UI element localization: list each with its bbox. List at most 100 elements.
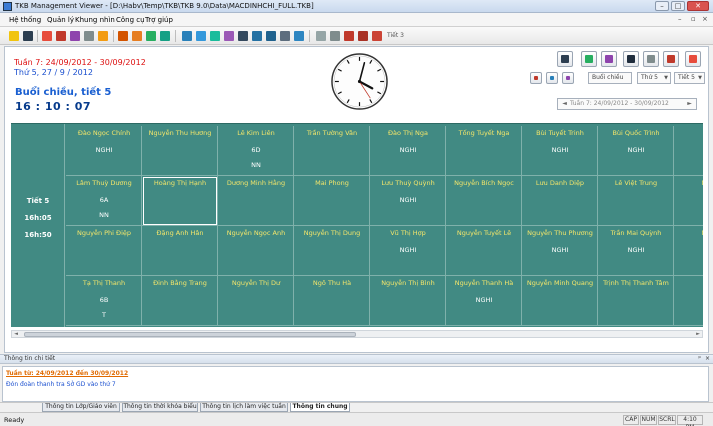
report-icon[interactable]	[42, 31, 52, 41]
menu-cong-cu[interactable]: Công cụ	[116, 16, 145, 24]
timetable-cell[interactable]: Dương Minh Hằng	[218, 176, 294, 226]
menu-tro-giup[interactable]: Trợ giúp	[145, 16, 173, 24]
scrollbar-thumb[interactable]	[24, 332, 356, 337]
menu-khung-nhin[interactable]: Khung nhìn	[75, 16, 115, 24]
tab-lop-giao-vien[interactable]: Thông tin Lớp/Giáo viên	[42, 403, 120, 412]
maximize-button[interactable]: □	[671, 1, 685, 11]
timetable-cell[interactable]: Nguyễn Thu Phương NGHI	[522, 226, 598, 276]
settings-icon[interactable]	[330, 31, 340, 41]
menu-quan-ly[interactable]: Quản lý	[47, 16, 74, 24]
timetable-cell[interactable]: Tống Tuyết Nga	[446, 126, 522, 176]
period-select[interactable]: Tiết 5 ▼	[674, 72, 705, 84]
print-button[interactable]	[643, 51, 659, 67]
sound-icon[interactable]	[160, 31, 170, 41]
timetable-cell[interactable]: Lâm Thuỳ Dương 6A NN	[66, 176, 142, 226]
calendar-icon[interactable]	[372, 31, 382, 41]
grid-view-4-icon[interactable]	[224, 31, 234, 41]
timetable-cell[interactable]: Hoàng Thị Hạnh	[142, 176, 218, 226]
mdi-restore-icon[interactable]: ▫	[691, 15, 696, 23]
timetable-cell[interactable]: Nguyễn Ngọc Anh	[218, 226, 294, 276]
timetable-cell[interactable]: Đào Ngọc Chính NGHI	[66, 126, 142, 176]
save-icon[interactable]	[23, 31, 33, 41]
close-pane-icon[interactable]: ×	[705, 355, 710, 363]
timetable-cell[interactable]: Đào Thị Nga NGHI	[370, 126, 446, 176]
week-navigator[interactable]: ◄ Tuần 7: 24/09/2012 - 30/09/2012 ►	[557, 98, 697, 110]
timetable-cell[interactable]: Nguyễn Thị Dư	[218, 276, 294, 326]
timetable-cell[interactable]: Mai Phong	[294, 176, 370, 226]
schedule-icon[interactable]	[98, 31, 108, 41]
open-folder-icon[interactable]	[9, 31, 19, 41]
grid-view-5-icon[interactable]	[238, 31, 248, 41]
timetable-cell[interactable]: Lưu Danh Diệp	[522, 176, 598, 226]
timetable-cell[interactable]: Nguyễn Bích Ngọc	[446, 176, 522, 226]
g-view-button[interactable]	[557, 51, 573, 67]
timetable-cell[interactable]: Nguyễ	[674, 226, 703, 276]
tool-icon[interactable]	[118, 31, 128, 41]
mdi-minimize-icon[interactable]: –	[678, 15, 682, 23]
timetable-cell[interactable]: Nguyễn Minh Quang	[522, 276, 598, 326]
session-icon[interactable]	[358, 31, 368, 41]
timetable-cell[interactable]: Bùi Tuyết Trinh NGHI	[522, 126, 598, 176]
list-icon[interactable]	[70, 31, 80, 41]
tab-lich-lam-viec-tuan[interactable]: Thông tin lịch làm việc tuần	[200, 403, 288, 412]
pin-icon[interactable]: ᵖ	[698, 355, 701, 363]
timetable-cell[interactable]: Bùi	[674, 126, 703, 176]
grid-view-icon[interactable]	[182, 31, 192, 41]
cell-class-or-status: 6A	[99, 196, 109, 204]
next-week-icon[interactable]: ►	[685, 99, 694, 109]
report-alt-icon[interactable]	[56, 31, 66, 41]
minimize-button[interactable]: –	[655, 1, 669, 11]
print-preview-icon[interactable]	[84, 31, 94, 41]
timetable-cell[interactable]: Nguyễn Thanh Hà NGHI	[446, 276, 522, 326]
refresh-icon[interactable]	[146, 31, 156, 41]
grid-view-2-icon[interactable]	[196, 31, 206, 41]
timetable-cell[interactable]: Đoà	[674, 276, 703, 326]
timetable-cell[interactable]: Trần Mai Quỳnh NGHI	[598, 226, 674, 276]
tool-alt-icon[interactable]	[132, 31, 142, 41]
day-select[interactable]: Thứ 5 ▼	[637, 72, 671, 84]
period-indicator[interactable]: Tiết 3	[387, 32, 404, 39]
session-button[interactable]: Buổi chiều	[588, 72, 632, 84]
grid-view-7-icon[interactable]	[266, 31, 276, 41]
timetable-cell[interactable]: Ngô Thu Hà	[294, 276, 370, 326]
grid-view-6-icon[interactable]	[252, 31, 262, 41]
timetable-cell[interactable]: Nguyễn Thị Dung	[294, 226, 370, 276]
save-file-button[interactable]	[623, 51, 639, 67]
timer-button[interactable]	[530, 72, 542, 84]
report-alt-button[interactable]	[685, 51, 701, 67]
timetable-cell[interactable]: Đinh Bằng Trang	[142, 276, 218, 326]
timetable-cell[interactable]: Nguyễn Phi Điệp	[66, 226, 142, 276]
grid-view-8-icon[interactable]	[280, 31, 290, 41]
timetable-cell[interactable]: Nguyễn Tuyết Lê	[446, 226, 522, 276]
edit-button[interactable]	[601, 51, 617, 67]
timetable-cell[interactable]: Nguyễn Thị Bình	[370, 276, 446, 326]
timetable-cell[interactable]: Lê Kim Liên 6D NN	[218, 126, 294, 176]
timetable-cell[interactable]: Lưu Thuỳ Quỳnh NGHI	[370, 176, 446, 226]
timetable-cell[interactable]: Bùi Quốc Trình NGHI	[598, 126, 674, 176]
prev-week-icon[interactable]: ◄	[560, 99, 569, 109]
grid-view-9-icon[interactable]	[294, 31, 304, 41]
timetable-cell[interactable]: Vũ Thị Hợp NGHI	[370, 226, 446, 276]
timetable-cell[interactable]: Đặng Anh Hân	[142, 226, 218, 276]
timetable-cell[interactable]: Trần Tường Vân	[294, 126, 370, 176]
close-button[interactable]: ✕	[687, 1, 709, 11]
mdi-close-icon[interactable]: ×	[702, 15, 708, 23]
grid-view-3-icon[interactable]	[210, 31, 220, 41]
tab-thoi-khoa-bieu[interactable]: Thông tin thời khóa biểu	[122, 403, 198, 412]
sync-button[interactable]	[581, 51, 597, 67]
scroll-left-icon[interactable]: ◄	[12, 330, 20, 338]
timetable-cell[interactable]: Nguyễn Thu Hương	[142, 126, 218, 176]
scroll-right-icon[interactable]: ►	[694, 330, 702, 338]
clock-icon[interactable]	[344, 31, 354, 41]
swap-button[interactable]	[546, 72, 558, 84]
tab-thong-tin-chung[interactable]: Thông tin chung	[290, 403, 350, 412]
timetable-cell[interactable]: Trịnh Thị Thanh Tâm	[598, 276, 674, 326]
timetable-cell[interactable]: Nguyễ	[674, 176, 703, 226]
report-button[interactable]	[663, 51, 679, 67]
menu-he-thong[interactable]: Hệ thống	[9, 16, 41, 24]
horizontal-scrollbar[interactable]: ◄ ►	[11, 330, 703, 338]
list-button[interactable]	[562, 72, 574, 84]
timetable-cell[interactable]: Tạ Thị Thanh 6B T	[66, 276, 142, 326]
timetable-cell[interactable]: Lê Việt Trung	[598, 176, 674, 226]
trash-icon[interactable]	[316, 31, 326, 41]
